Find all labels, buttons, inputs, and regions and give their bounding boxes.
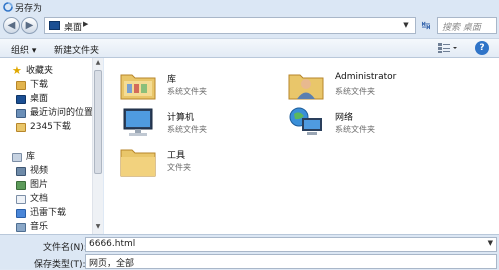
filename-dropdown-icon[interactable]: ▼	[488, 239, 493, 247]
forward-button[interactable]: ▶	[21, 17, 38, 34]
item-name: 工具	[167, 151, 186, 161]
filename-value[interactable]: 6666.html	[89, 239, 135, 249]
list-item-library[interactable]: 库 系统文件夹	[118, 66, 288, 104]
item-name: Administrator	[335, 72, 397, 82]
item-type: 系统文件夹	[167, 125, 207, 134]
sidebar-item-label: 文档	[30, 194, 49, 204]
back-button[interactable]: ◀	[3, 17, 20, 34]
library-icon	[12, 153, 22, 162]
user-folder-icon	[288, 74, 324, 100]
item-name: 计算机	[167, 113, 195, 123]
filename-label: 文件名(N):	[43, 243, 87, 253]
address-bar[interactable]: 桌面 ▶	[44, 17, 416, 34]
title-bar: 另存为	[0, 0, 499, 14]
list-item-tools-folder[interactable]: 工具 文件夹	[118, 142, 288, 180]
scrollbar-thumb[interactable]	[94, 70, 102, 174]
document-icon	[16, 195, 26, 204]
refresh-button[interactable]: ↹	[418, 17, 434, 34]
list-item-computer[interactable]: 计算机 系统文件夹	[118, 104, 288, 142]
sidebar-item-label: 下载	[30, 80, 49, 90]
sidebar-item-label: 2345下载	[30, 122, 71, 132]
desktop-icon	[16, 95, 26, 104]
folder-icon	[16, 123, 26, 132]
address-dropdown-button[interactable]: ▼	[399, 17, 413, 34]
navigation-pane: ★ 收藏夹 下载 桌面 最近访问的位置 2345下载 库 视频 图片 文档 迅雷…	[0, 58, 92, 234]
item-type: 系统文件夹	[167, 87, 207, 96]
scroll-down-arrow-icon[interactable]: ▼	[93, 222, 103, 232]
sidebar-item-label: 桌面	[30, 94, 49, 104]
filetype-label: 保存类型(T):	[34, 260, 86, 270]
search-placeholder: 搜索 桌面	[442, 23, 481, 33]
help-button[interactable]: ?	[475, 41, 489, 55]
list-item-network[interactable]: 网络 系统文件夹	[286, 104, 456, 142]
window-title: 另存为	[15, 4, 43, 14]
sidebar-item-label: 图片	[30, 180, 49, 190]
music-icon	[16, 223, 26, 232]
filetype-select[interactable]: 网页，全部	[85, 254, 497, 269]
organize-button[interactable]: 组织 ▾	[11, 43, 36, 56]
picture-icon	[16, 181, 26, 190]
item-name: 库	[167, 75, 177, 85]
sidebar-item-label: 库	[26, 152, 36, 162]
view-options-icon[interactable]	[437, 42, 459, 54]
file-list: 库 系统文件夹 Administrator 系统文件夹 计算机 系统文件夹 网络…	[104, 58, 499, 234]
download-folder-icon	[16, 209, 26, 218]
save-as-icon	[3, 2, 13, 12]
sidebar-item-label: 音乐	[30, 222, 49, 232]
filetype-value: 网页，全部	[89, 259, 135, 269]
item-type: 文件夹	[167, 163, 191, 172]
star-icon: ★	[12, 64, 22, 77]
desktop-icon	[49, 21, 60, 30]
back-arrow-icon: ◀	[7, 20, 16, 31]
nav-pane-scrollbar[interactable]: ▲ ▼	[92, 58, 103, 234]
breadcrumb-chevron-icon[interactable]: ▶	[83, 20, 88, 28]
filename-input[interactable]: 6666.html ▼	[85, 237, 497, 252]
sidebar-item-label: 最近访问的位置	[30, 108, 92, 118]
sidebar-item-label: 视频	[30, 166, 49, 176]
recent-places-icon	[16, 109, 26, 118]
folder-icon	[120, 149, 156, 177]
scroll-up-arrow-icon[interactable]: ▲	[93, 58, 103, 68]
item-type: 系统文件夹	[335, 125, 375, 134]
item-type: 系统文件夹	[335, 87, 375, 96]
library-folder-icon	[120, 74, 156, 100]
sidebar-item-label: 收藏夹	[26, 66, 54, 76]
forward-arrow-icon: ▶	[25, 20, 34, 31]
address-current-location[interactable]: 桌面	[64, 20, 82, 33]
sidebar-item-label: 迅雷下载	[30, 208, 67, 218]
network-icon	[289, 107, 322, 135]
item-name: 网络	[335, 113, 354, 123]
download-folder-icon	[16, 81, 26, 90]
search-input[interactable]: 搜索 桌面	[437, 17, 497, 34]
computer-icon	[123, 108, 153, 136]
new-folder-button[interactable]: 新建文件夹	[54, 43, 99, 56]
video-icon	[16, 167, 26, 176]
list-item-administrator[interactable]: Administrator 系统文件夹	[286, 66, 456, 104]
